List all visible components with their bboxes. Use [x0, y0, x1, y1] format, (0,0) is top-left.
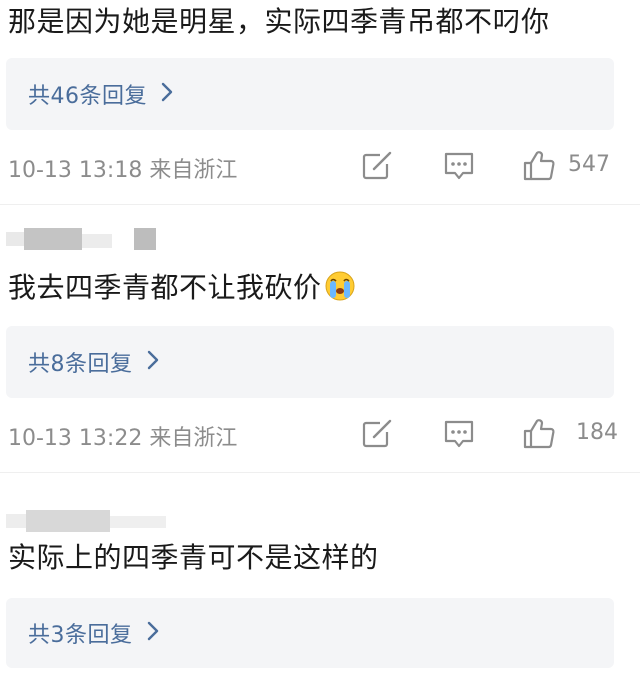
reply-count-button[interactable]: 共8条回复 [6, 326, 614, 398]
comment-icon[interactable] [442, 418, 476, 454]
chevron-right-icon [147, 350, 159, 374]
comment-icon[interactable] [442, 150, 476, 186]
avatar-username-redacted [6, 510, 166, 532]
comment-meta: 10-13 13:22 来自浙江 184 [8, 414, 628, 454]
reply-count-label: 共3条回复 [28, 623, 133, 648]
comment-text: 那是因为她是明星，实际四季青吊都不叼你 [8, 5, 550, 38]
avatar-username-redacted [6, 228, 156, 250]
comment-text: 实际上的四季青可不是这样的 [8, 541, 379, 574]
thumbs-up-icon[interactable] [522, 418, 556, 454]
reply-count-label: 共8条回复 [28, 352, 133, 377]
crying-face-icon [324, 270, 356, 313]
comment-time-location: 10-13 13:18 来自浙江 [8, 158, 238, 183]
reply-count-button[interactable]: 共46条回复 [6, 58, 614, 130]
reply-count-button[interactable]: 共3条回复 [6, 598, 614, 668]
like-count: 184 [576, 420, 618, 445]
edit-icon[interactable] [360, 418, 394, 454]
chevron-right-icon [161, 82, 173, 106]
comment-meta: 10-13 13:18 来自浙江 547 [8, 146, 628, 186]
comment-text: 我去四季青都不让我砍价 [8, 268, 356, 313]
reply-count-label: 共46条回复 [28, 84, 147, 109]
chevron-right-icon [147, 621, 159, 645]
like-count: 547 [568, 152, 610, 177]
edit-icon[interactable] [360, 150, 394, 186]
comment-time-location: 10-13 13:22 来自浙江 [8, 426, 238, 451]
thumbs-up-icon[interactable] [522, 150, 556, 186]
divider [0, 472, 640, 473]
comment-text-content: 我去四季青都不让我砍价 [8, 271, 322, 304]
divider [0, 204, 640, 205]
